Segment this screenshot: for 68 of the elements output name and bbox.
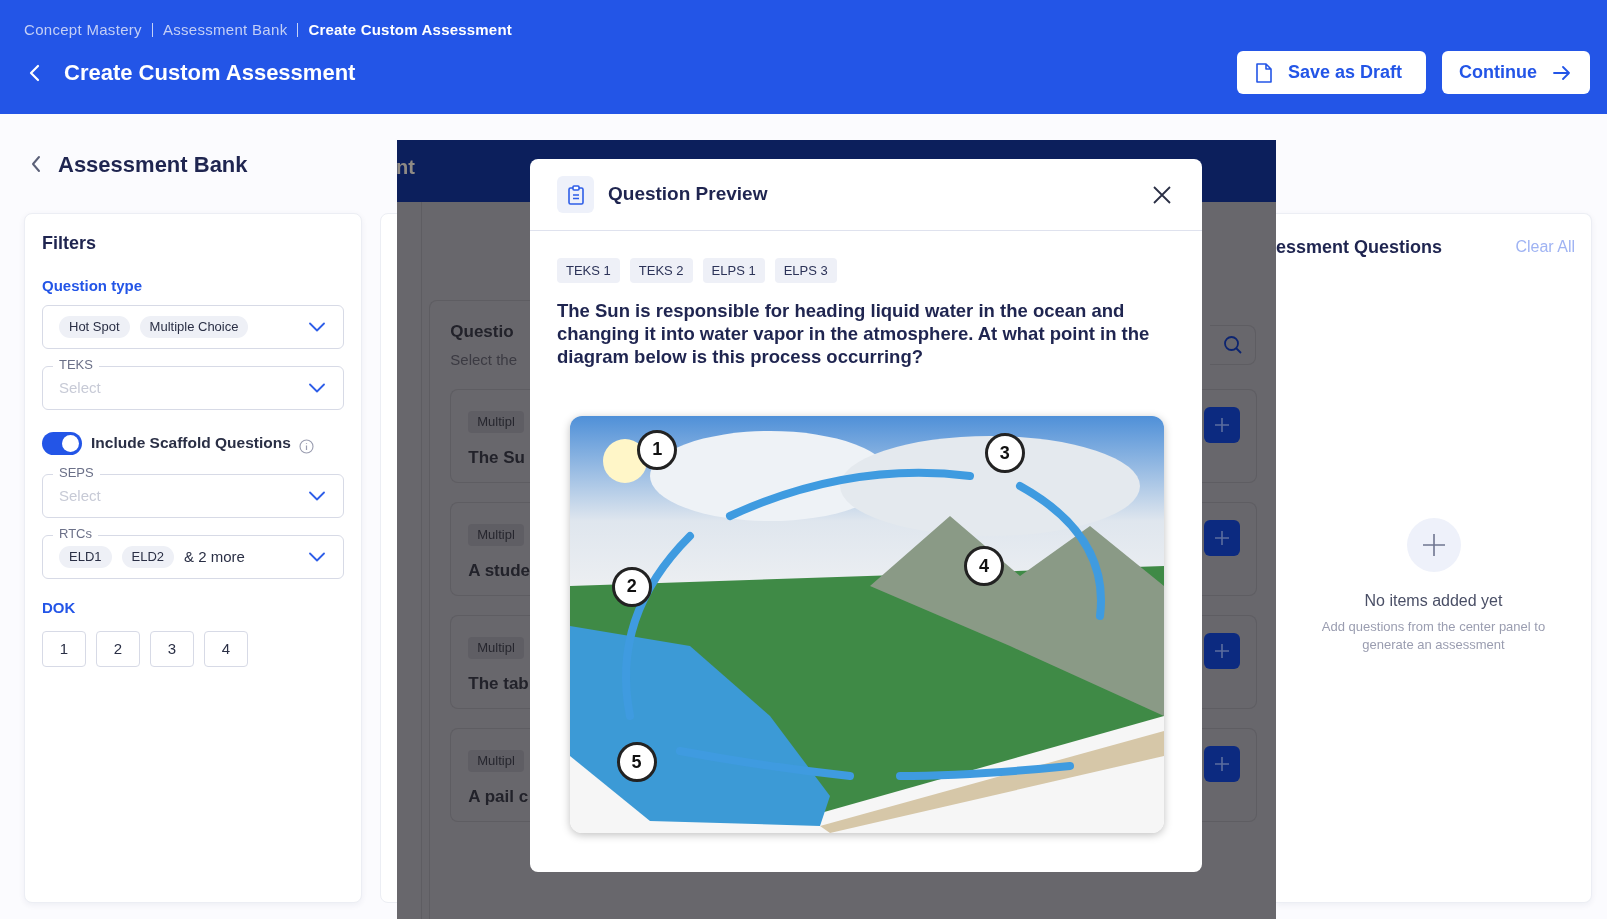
section-title: Assessment Bank bbox=[58, 150, 248, 179]
search-button[interactable] bbox=[1210, 325, 1256, 365]
question-snippet: The tab bbox=[468, 673, 530, 695]
question-card[interactable] bbox=[1202, 389, 1257, 483]
breadcrumb-link[interactable]: Concept Mastery bbox=[24, 18, 142, 42]
more-count: & 2 more bbox=[184, 546, 245, 567]
question-card[interactable] bbox=[1202, 728, 1257, 822]
add-button[interactable] bbox=[1204, 520, 1240, 556]
breadcrumb-link[interactable]: Create Custom Assessment bbox=[308, 18, 512, 42]
add-button[interactable] bbox=[1204, 746, 1240, 782]
breadcrumb-link[interactable]: Assessment Bank bbox=[162, 18, 288, 42]
filter-heading: DOK bbox=[42, 598, 77, 618]
page-title: Create Custom Assessment bbox=[64, 59, 356, 87]
chevron-down-icon bbox=[309, 322, 325, 332]
close-icon[interactable] bbox=[1153, 185, 1171, 204]
question-snippet: The Su bbox=[468, 447, 526, 469]
type-tag: Multipl bbox=[468, 750, 524, 772]
panel-title-fragment: nt bbox=[397, 156, 415, 178]
standard-tag: ELPS 3 bbox=[774, 258, 837, 283]
placeholder-text: Select bbox=[59, 377, 101, 398]
question-card[interactable] bbox=[1202, 615, 1257, 709]
dialog-title: Question Preview bbox=[608, 182, 768, 207]
info-icon[interactable] bbox=[298, 438, 314, 454]
standard-tag: ELPS 1 bbox=[702, 258, 765, 283]
plus-icon bbox=[1214, 417, 1230, 433]
toggle-switch[interactable] bbox=[42, 431, 82, 455]
standard-tag: TEKS 1 bbox=[557, 258, 620, 283]
back-chevron-icon[interactable] bbox=[30, 155, 42, 173]
list-title-fragment: Questio bbox=[450, 321, 515, 343]
panel-title: Filters bbox=[42, 232, 98, 255]
question-card[interactable] bbox=[1202, 502, 1257, 596]
plus-icon bbox=[1214, 530, 1230, 546]
selected-chip: ELD2 bbox=[121, 546, 175, 568]
selected-chip: Hot Spot bbox=[59, 316, 130, 338]
continue-button[interactable]: Continue bbox=[1442, 51, 1590, 94]
chevron-down-icon bbox=[309, 552, 325, 562]
filter-heading: Question type bbox=[42, 276, 143, 296]
add-button[interactable] bbox=[1204, 407, 1240, 443]
clipboard-icon bbox=[557, 176, 594, 213]
back-chevron-icon[interactable] bbox=[28, 63, 42, 82]
empty-state-text: Add questions from the center panel to generate an assessment bbox=[1320, 618, 1547, 654]
document-icon bbox=[1256, 62, 1272, 83]
type-tag: Multipl bbox=[468, 637, 524, 659]
panel-title: essment Questions bbox=[1276, 235, 1443, 259]
dok-option[interactable]: 1 bbox=[42, 631, 86, 667]
question-snippet: A pail c bbox=[468, 786, 530, 808]
question-text: The Sun is responsible for heading liquid water in the ocean and changing it into water vapor in the atmosphere. At what point in the diagram below is this process occurring? bbox=[557, 299, 1151, 368]
plus-icon bbox=[1214, 756, 1230, 772]
toggle-label: Include Scaffold Questions bbox=[91, 433, 291, 454]
select-field[interactable]: Hot Spot Multiple Choice bbox=[42, 305, 344, 349]
arrow-right-icon bbox=[1553, 65, 1571, 80]
selected-chip: ELD1 bbox=[59, 546, 112, 568]
plus-icon bbox=[1214, 643, 1230, 659]
chevron-down-icon bbox=[309, 383, 325, 393]
standard-tag: TEKS 2 bbox=[629, 258, 693, 283]
empty-state-title: No items added yet bbox=[1364, 591, 1503, 611]
selected-chip: Multiple Choice bbox=[139, 316, 249, 338]
add-button[interactable] bbox=[1204, 633, 1240, 669]
question-snippet: A stude bbox=[468, 560, 530, 582]
dok-option[interactable]: 2 bbox=[96, 631, 140, 667]
type-tag: Multipl bbox=[468, 524, 524, 546]
type-tag: Multipl bbox=[468, 411, 524, 433]
search-icon bbox=[1222, 335, 1243, 355]
placeholder-text: Select bbox=[59, 485, 101, 506]
dok-option[interactable]: 3 bbox=[150, 631, 194, 667]
chevron-down-icon bbox=[309, 491, 325, 501]
dok-option[interactable]: 4 bbox=[204, 631, 248, 667]
save-draft-button[interactable]: Save as Draft bbox=[1237, 51, 1426, 94]
